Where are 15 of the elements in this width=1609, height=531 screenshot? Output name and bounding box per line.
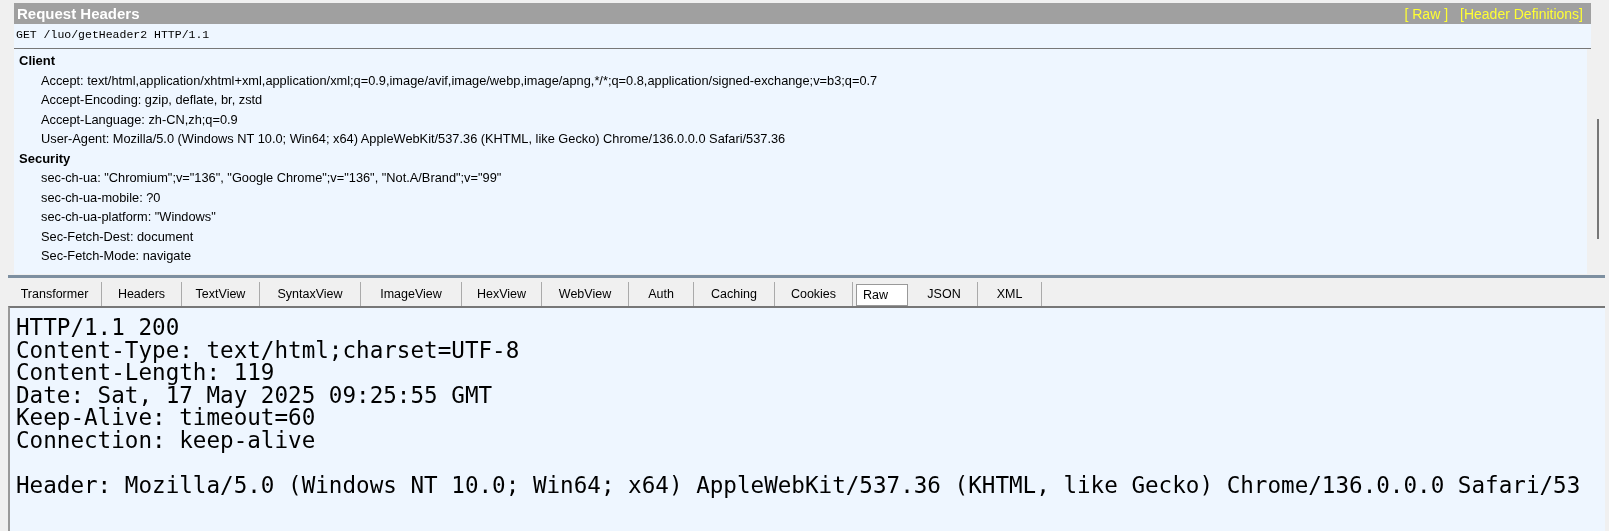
header-entry: User-Agent: Mozilla/5.0 (Windows NT 10.0; Win64; x64) AppleWebKit/537.36 (KHTML, like Gecko) Chrome/136.0.0.0 Safari/537.36 [41,131,786,146]
header-entry: sec-ch-ua-mobile: ?0 [41,189,161,205]
header-entry: Sec-Fetch-Dest: document [41,228,194,244]
header-entry: sec-ch-ua: "Chromium";v="136", "Google Chrome";v="136", "Not.A/Brand";v="99" [41,170,502,185]
request-line: GET /luo/getHeader2 HTTP/1.1 [16,28,210,41]
header-entry: Accept: text/html,application/xhtml+xml,application/xml;q=0.9,image/avif,image/webp,image/apng,*/*;q=0.8,application/signed-exchange;v=b3;q=0.7 [41,72,878,88]
response-line: Header: Mozilla/5.0 (Windows NT 10.0; Win64; x64) AppleWebKit/537.36 (KHTML, like Gecko) Chrome/136.0.0.0 Safari/53 [16,471,1581,498]
panel-title: Request Headers [17,5,141,22]
group-heading: Security [19,150,71,166]
group-heading: Client [19,53,56,68]
header-entry: sec-ch-ua-platform: "Windows" [41,209,216,224]
header-entry: Sec-Fetch-Mode: navigate [41,248,192,263]
header-entry: Accept-Encoding: gzip, deflate, br, zstd [41,92,263,107]
header-entry: Accept-Language: zh-CN,zh;q=0.9 [41,111,238,127]
view-tab[interactable]: Raw [856,284,908,306]
